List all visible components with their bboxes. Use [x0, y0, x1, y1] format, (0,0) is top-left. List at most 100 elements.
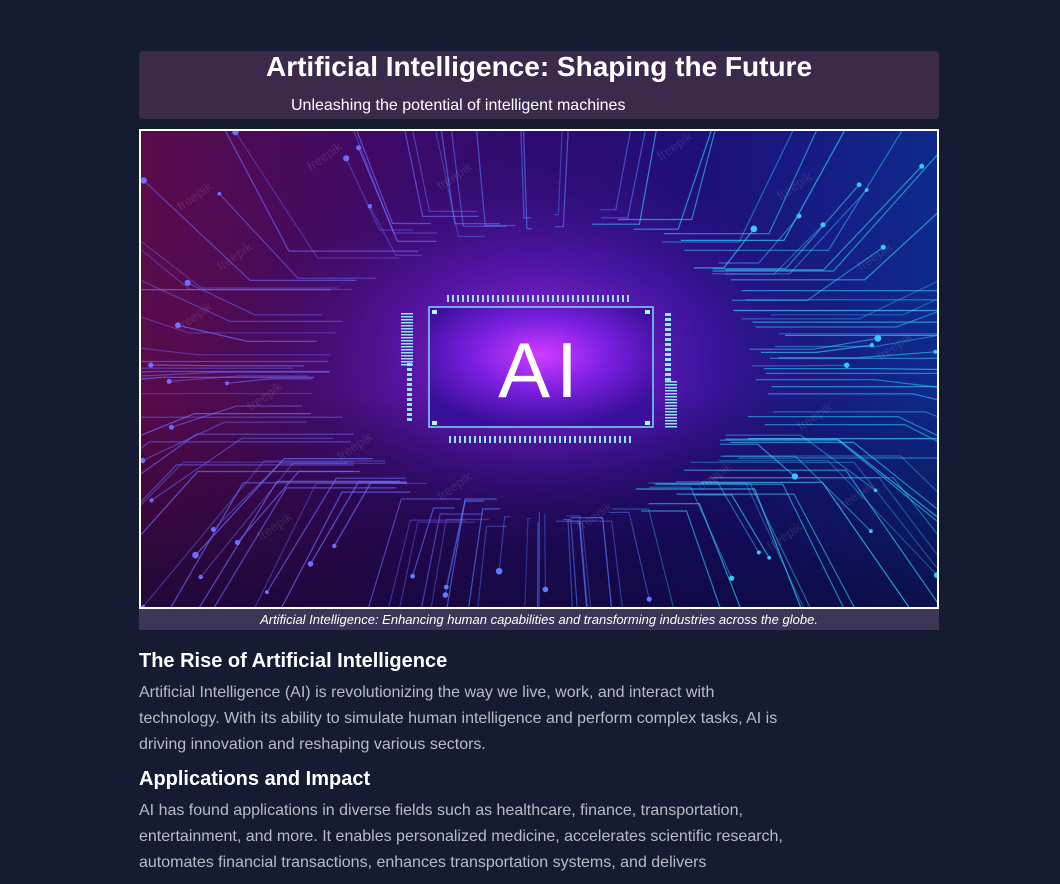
chip-pin-left	[401, 319, 413, 321]
circuit-node	[729, 575, 735, 581]
chip-pin-left	[401, 343, 413, 345]
chip-pin-top	[462, 295, 464, 302]
circuit-node	[919, 163, 925, 169]
chip-pin-top	[497, 295, 499, 302]
chip-pin-right	[665, 384, 677, 386]
chip-pin-top	[572, 295, 574, 302]
chip-label: AI	[498, 326, 584, 414]
chip-pin-left	[407, 418, 412, 421]
chip-pin-left	[407, 368, 412, 371]
circuit-node	[149, 498, 154, 503]
chip-pin-left	[407, 378, 412, 381]
chip-pin-left	[401, 313, 413, 315]
chip-pin-bottom	[524, 436, 526, 443]
chip-pin-bottom	[504, 436, 506, 443]
chip-pin-left	[401, 334, 413, 336]
chip-pin-top	[447, 295, 449, 302]
chip-pin-left	[401, 346, 413, 348]
chip-pin-left	[407, 413, 412, 416]
chip-pin-bottom	[584, 436, 586, 443]
page-subtitle: Unleashing the potential of intelligent …	[291, 97, 626, 114]
chip-pin-top	[482, 295, 484, 302]
chip-pin-left	[401, 352, 413, 354]
chip-pin-left	[401, 325, 413, 327]
circuit-node	[869, 529, 873, 534]
chip-pin-right	[665, 378, 671, 381]
chip-pin-left	[407, 388, 412, 391]
chip-pin-right	[665, 405, 677, 407]
chip-pin-top	[492, 295, 494, 302]
chip-pin-top	[562, 295, 564, 302]
chip-pin-bottom	[604, 436, 606, 443]
ai-chip: AI	[401, 295, 677, 443]
page: Artificial Intelligence: Shaping the Fut…	[139, 51, 939, 871]
circuit-node	[756, 550, 761, 555]
chip-pin-bottom	[529, 436, 531, 443]
chip-pin-bottom	[534, 436, 536, 443]
chip-pin-bottom	[464, 436, 466, 443]
circuit-node	[410, 573, 415, 579]
chip-pin-bottom	[589, 436, 591, 443]
chip-pin-bottom	[519, 436, 521, 443]
circuit-node	[442, 592, 449, 598]
chip-pin-right	[665, 402, 677, 404]
chip-pin-right	[665, 333, 671, 336]
chip-corner	[645, 310, 650, 314]
chip-pin-top	[487, 295, 489, 302]
chip-pin-top	[602, 295, 604, 302]
chip-pin-top	[587, 295, 589, 302]
ai-circuit-illustration: freepikfreepikfreepikfreepikfreepikfreep…	[141, 131, 937, 607]
chip-pin-bottom	[569, 436, 571, 443]
circuit-node	[198, 574, 203, 580]
circuit-node	[332, 543, 337, 549]
chip-pin-left	[407, 398, 412, 401]
chip-pin-top	[552, 295, 554, 302]
chip-pin-right	[665, 411, 677, 413]
page-title: Artificial Intelligence: Shaping the Fut…	[265, 51, 813, 82]
chip-pin-right	[665, 393, 677, 395]
chip-pin-right	[665, 318, 671, 321]
circuit-node	[791, 473, 799, 480]
banner-caption: Artificial Intelligence: Enhancing human…	[139, 609, 939, 630]
chip-pin-right	[665, 338, 671, 341]
chip-pin-right	[665, 426, 677, 428]
circuit-node	[265, 590, 269, 595]
chip-pin-top	[537, 295, 539, 302]
chip-pin-bottom	[629, 436, 631, 443]
chip-pin-right	[665, 323, 671, 326]
chip-pin-bottom	[579, 436, 581, 443]
circuit-node	[820, 222, 826, 228]
circuit-node	[844, 362, 850, 368]
chip-pin-left	[401, 316, 413, 318]
circuit-node	[343, 155, 350, 162]
chip-pin-right	[665, 363, 671, 366]
chip-pin-left	[401, 328, 413, 330]
chip-pin-top	[607, 295, 609, 302]
circuit-node	[166, 378, 172, 384]
chip-pin-left	[401, 349, 413, 351]
chip-pin-bottom	[474, 436, 476, 443]
chip-pin-top	[467, 295, 469, 302]
chip-pin-right	[665, 373, 671, 376]
circuit-node	[307, 561, 314, 567]
chip-pin-top	[617, 295, 619, 302]
chip-pin-top	[477, 295, 479, 302]
chip-pin-left	[407, 373, 412, 376]
chip-pin-right	[665, 417, 677, 419]
chip-pin-right	[665, 414, 677, 416]
ai-banner-image: freepik freepik freepik freepik freepik freep…	[139, 129, 939, 609]
chip-pin-bottom	[594, 436, 596, 443]
chip-pin-top	[452, 295, 454, 302]
chip-pin-bottom	[459, 436, 461, 443]
circuit-node	[168, 424, 174, 430]
chip-pin-bottom	[599, 436, 601, 443]
chip-pin-top	[547, 295, 549, 302]
chip-pin-top	[457, 295, 459, 302]
chip-pin-top	[532, 295, 534, 302]
circuit-node	[148, 362, 154, 368]
chip-pin-bottom	[549, 436, 551, 443]
chip-pin-right	[665, 396, 677, 398]
circuit-node	[856, 182, 862, 188]
chip-pin-top	[582, 295, 584, 302]
chip-pin-bottom	[539, 436, 541, 443]
